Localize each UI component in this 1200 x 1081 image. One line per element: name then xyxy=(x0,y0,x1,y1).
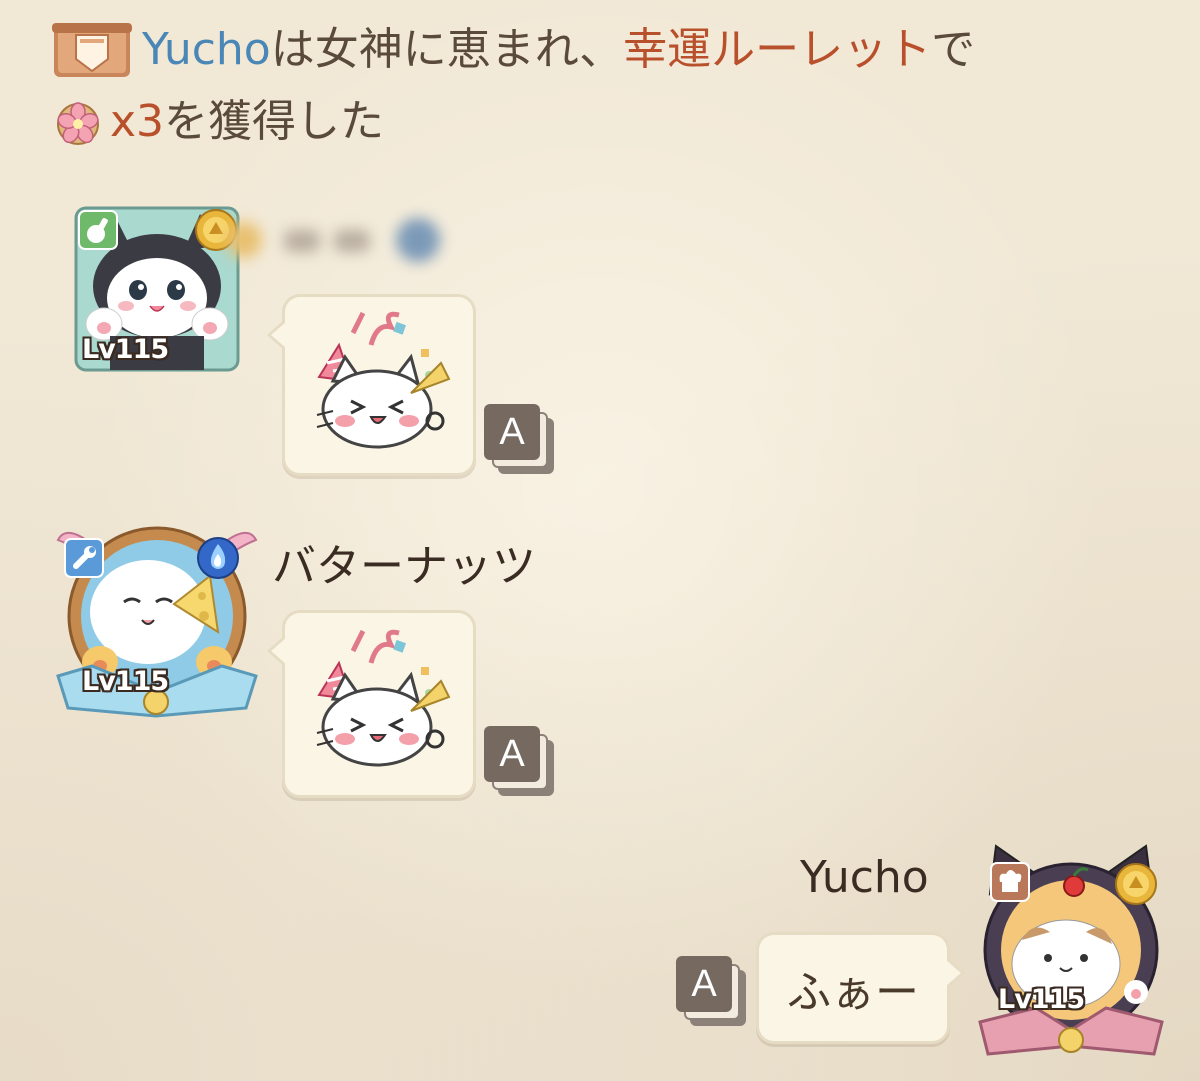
sender-avatar[interactable]: Lv115 xyxy=(52,516,262,726)
translate-button[interactable]: A xyxy=(484,726,556,798)
message-text: ふぁー xyxy=(787,967,919,1018)
level-badge: Lv115 xyxy=(82,334,169,365)
bubble-tail xyxy=(267,319,286,351)
sticker-bubble[interactable] xyxy=(267,294,476,476)
reward-count: x3 xyxy=(110,96,165,147)
party-cat-sticker xyxy=(316,629,451,767)
banner-shield-icon xyxy=(52,23,132,77)
announcement-text-2: で xyxy=(931,24,976,75)
blue-flame-icon xyxy=(197,537,239,579)
text-bubble[interactable]: ふぁー xyxy=(756,932,965,1044)
translate-icon: A xyxy=(484,726,540,782)
sender-name-blurred xyxy=(222,210,472,270)
potion-icon xyxy=(78,210,118,250)
bubble-tail xyxy=(267,635,286,667)
chef-hat-icon xyxy=(990,862,1030,902)
wrench-icon xyxy=(64,538,104,578)
sender-name[interactable]: バターナッツ xyxy=(272,530,536,594)
translate-button[interactable]: A xyxy=(676,956,748,1028)
sender-avatar[interactable]: Lv115 xyxy=(976,840,1166,1062)
bubble-tail xyxy=(946,957,965,989)
sender-name[interactable]: Yucho xyxy=(800,852,929,903)
level-badge: Lv115 xyxy=(82,666,169,697)
announcement-text-1: は女神に恵まれ、 xyxy=(270,24,624,75)
party-cat-sticker xyxy=(316,311,451,449)
pink-flower-icon xyxy=(57,102,99,145)
translate-icon: A xyxy=(484,404,540,460)
level-badge: Lv115 xyxy=(998,984,1085,1015)
system-line-2: x3 を獲得した xyxy=(52,86,1152,158)
sender-avatar[interactable]: Lv115 xyxy=(74,206,240,372)
announcement-event-name: 幸運ルーレット xyxy=(623,24,932,75)
translate-icon: A xyxy=(676,956,732,1012)
sticker-bubble[interactable] xyxy=(267,610,476,798)
announcement-text-3: を獲得した xyxy=(164,96,385,147)
gold-medal-icon xyxy=(1115,863,1157,905)
system-line-1: Yucho は女神に恵まれ、 幸運ルーレット で xyxy=(52,14,1152,86)
system-announcement: Yucho は女神に恵まれ、 幸運ルーレット で x3 を獲得した xyxy=(52,14,1152,158)
announcement-player-name[interactable]: Yucho xyxy=(142,14,271,86)
translate-button[interactable]: A xyxy=(484,404,556,476)
